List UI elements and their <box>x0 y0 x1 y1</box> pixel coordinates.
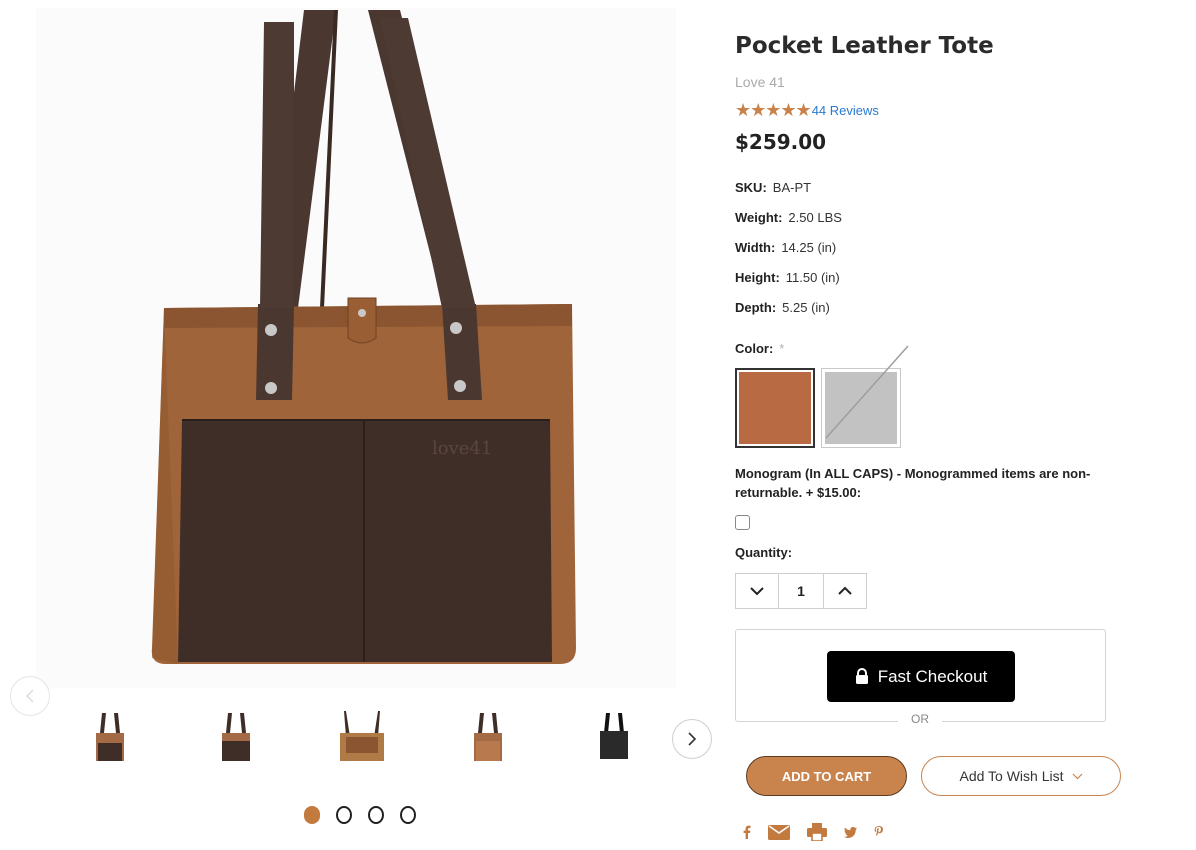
product-rating: ★★★★★ 44 Reviews <box>735 100 879 121</box>
tote-thumbnail-icon <box>96 713 124 761</box>
fast-checkout-label: Fast Checkout <box>877 666 988 686</box>
wish-list-label: Add To Wish List <box>959 768 1064 784</box>
chevron-right-icon <box>688 732 697 746</box>
required-mark: * <box>779 341 785 356</box>
spec-label: SKU: <box>735 180 767 195</box>
quantity-stepper: 1 <box>735 573 867 609</box>
product-price: $259.00 <box>735 130 827 154</box>
pagination-dot-2[interactable] <box>336 806 352 824</box>
main-product-image[interactable]: love41 <box>36 8 676 688</box>
quantity-decrease-button[interactable] <box>736 574 778 608</box>
express-checkout-box: Fast Checkout <box>735 629 1106 722</box>
spec-label: Weight: <box>735 210 783 225</box>
chevron-down-icon <box>1072 773 1082 779</box>
print-icon[interactable] <box>807 823 827 841</box>
add-to-wish-list-button[interactable]: Add To Wish List <box>921 756 1121 796</box>
spec-label: Height: <box>735 270 780 285</box>
tote-thumbnail-icon <box>222 713 250 761</box>
chevron-up-icon <box>838 586 852 595</box>
color-swatch-unavailable[interactable] <box>821 345 909 448</box>
tote-thumbnail-icon <box>474 713 502 761</box>
thumbnail-2[interactable] <box>181 702 291 768</box>
gallery-prev-button[interactable] <box>10 676 50 716</box>
thumbnail-4[interactable] <box>433 702 543 768</box>
tote-bag-illustration: love41 <box>151 10 576 664</box>
spec-sku: SKU: BA-PT <box>735 180 811 195</box>
tote-black-thumbnail-icon <box>600 713 628 759</box>
color-label-text: Color: <box>735 341 774 356</box>
spec-weight: Weight: 2.50 LBS <box>735 210 842 225</box>
monogram-checkbox[interactable] <box>735 515 750 530</box>
facebook-icon[interactable] <box>743 825 751 839</box>
star-rating-icon: ★★★★★ <box>735 100 812 120</box>
gallery-pagination <box>304 806 416 824</box>
fast-checkout-button[interactable]: Fast Checkout <box>827 651 1015 702</box>
reviews-link[interactable]: 44 Reviews <box>812 103 879 118</box>
spec-height: Height: 11.50 (in) <box>735 270 840 285</box>
pagination-dot-3[interactable] <box>368 806 384 824</box>
spec-value: 5.25 (in) <box>782 300 830 315</box>
pagination-dot-4[interactable] <box>400 806 416 824</box>
product-gallery: love41 <box>0 0 715 850</box>
thumbnail-1[interactable] <box>55 702 165 768</box>
add-to-cart-button[interactable]: ADD TO CART <box>746 756 907 796</box>
spec-depth: Depth: 5.25 (in) <box>735 300 830 315</box>
pinterest-icon[interactable] <box>874 826 883 838</box>
monogram-label: Monogram (In ALL CAPS) - Monogrammed ite… <box>735 466 1091 500</box>
quantity-input[interactable]: 1 <box>778 574 824 608</box>
chevron-down-icon <box>750 587 764 596</box>
email-icon[interactable] <box>768 824 790 840</box>
spec-label: Width: <box>735 240 776 255</box>
share-icons <box>743 823 883 841</box>
thumbnail-strip <box>55 702 670 772</box>
quantity-label: Quantity: <box>735 545 793 560</box>
pagination-dot-1[interactable] <box>304 806 320 824</box>
thumbnail-5[interactable] <box>559 702 669 768</box>
svg-text:love41: love41 <box>432 438 492 459</box>
product-brand[interactable]: Love 41 <box>735 74 785 90</box>
or-divider: OR <box>898 712 942 726</box>
tote-open-thumbnail-icon <box>340 711 384 761</box>
product-title: Pocket Leather Tote <box>735 33 994 59</box>
spec-value: BA-PT <box>772 180 812 195</box>
spec-label: Depth: <box>735 300 777 315</box>
spec-value: 14.25 (in) <box>781 240 837 255</box>
color-label: Color: * <box>735 341 784 356</box>
chevron-left-icon <box>25 689 34 703</box>
thumbnail-3[interactable] <box>307 702 417 768</box>
unavailable-slash-icon <box>825 345 909 439</box>
spec-width: Width: 14.25 (in) <box>735 240 836 255</box>
color-swatch-brown[interactable] <box>735 368 815 448</box>
gallery-next-button[interactable] <box>672 719 712 759</box>
spec-value: 2.50 LBS <box>788 210 842 225</box>
spec-value: 11.50 (in) <box>785 270 840 285</box>
quantity-increase-button[interactable] <box>824 574 866 608</box>
swatch-fill <box>739 372 811 444</box>
twitter-icon[interactable] <box>844 826 857 838</box>
lock-icon <box>855 668 868 684</box>
